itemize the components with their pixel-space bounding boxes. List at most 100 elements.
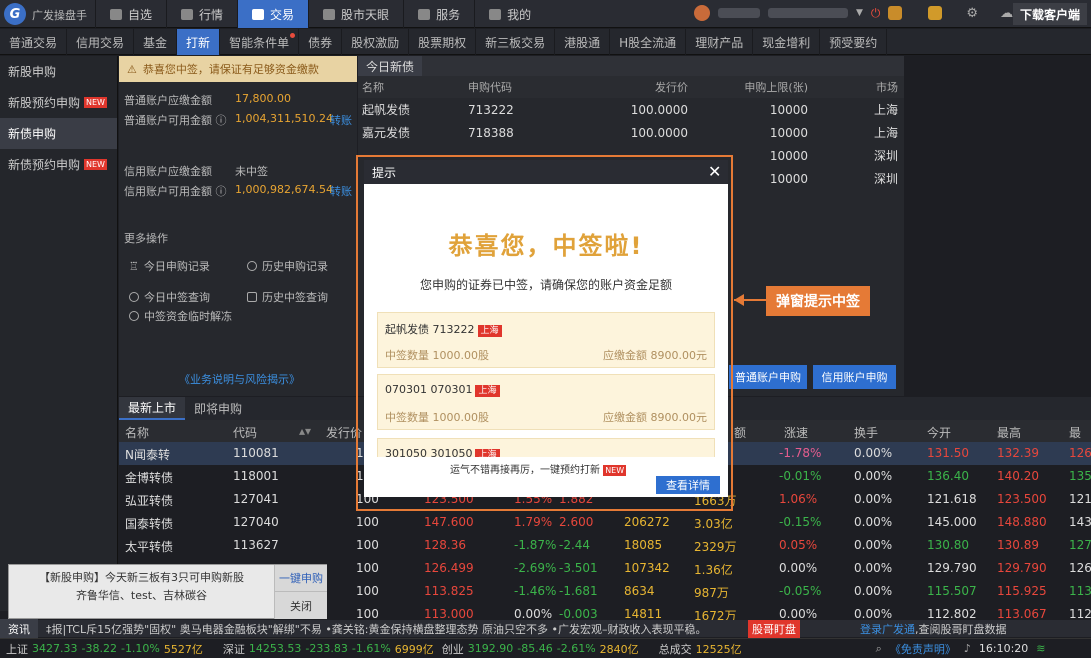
subnav-item[interactable]: 债券 [299, 29, 343, 55]
tab-latest-listed[interactable]: 最新上市 [119, 397, 186, 420]
cell-p4: 8634 [624, 584, 655, 598]
cell-turn: 0.00% [854, 584, 893, 598]
help-icon[interactable]: ⓘ [216, 185, 227, 198]
today-win-query[interactable]: 今日中签查询 [129, 289, 210, 305]
credit-avail-label: 信用账户可用金额 ⓘ [124, 185, 227, 198]
sound-icon[interactable]: ♪ [964, 642, 971, 655]
lock-icon[interactable] [888, 6, 903, 20]
business-disclaimer-link[interactable]: 《业务说明与风险揭示》 [179, 371, 300, 387]
view-details-button[interactable]: 查看详情 [656, 476, 720, 494]
cell-p1: 113.825 [424, 584, 474, 598]
subnav-item[interactable]: 普通交易 [0, 29, 68, 55]
power-icon[interactable]: ⏻ [871, 6, 881, 21]
cell-low: 113.6 [1069, 584, 1091, 598]
table-row[interactable]: 嘉元发债 718388 100.0000 10000 上海 [358, 121, 904, 144]
subnav-item[interactable]: 信用交易 [67, 29, 135, 55]
search-icon[interactable]: ⌕ [876, 642, 882, 656]
card-security: 070301 070301 [385, 383, 473, 396]
cell-low: 121.0 [1069, 492, 1091, 506]
avatar[interactable] [694, 5, 710, 21]
subnav-item-ipo[interactable]: 打新 [177, 29, 221, 55]
subnav-item[interactable]: 新三板交易 [476, 29, 556, 55]
cell-code: 127041 [233, 492, 279, 506]
subnav-item[interactable]: 股票期权 [409, 29, 477, 55]
notification-text: 【新股申购】今天新三板有3只可申购新股 齐鲁华信、test、吉林碳谷 [39, 571, 244, 602]
sort-icon[interactable]: ▴▾ [299, 424, 311, 438]
disclaimer-link[interactable]: 《免责声明》 [890, 641, 956, 657]
topnav-eye[interactable]: 股市天眼 [308, 0, 403, 28]
topnav-watchlist[interactable]: 自选 [95, 0, 166, 28]
warning-icon: ⚠ [127, 62, 137, 76]
sidebar-item-new-stock-reserve[interactable]: 新股预约申购 NEW [0, 87, 117, 118]
trade-subnav: 普通交易 信用交易 基金 打新 智能条件单 债券 股权激励 股票期权 新三板交易… [0, 29, 1091, 55]
card-quantity: 中签数量 1000.00股 [385, 411, 489, 424]
cell-code: 118001 [233, 469, 279, 483]
cell-issue: 100 [356, 561, 379, 575]
cell-turn: 0.00% [854, 446, 893, 460]
tab-upcoming[interactable]: 即将申购 [185, 397, 251, 420]
search-icon [129, 292, 139, 302]
history-apply-record[interactable]: 历史申购记录 [247, 258, 328, 274]
subnav-item[interactable]: 基金 [134, 29, 178, 55]
sidebar-item-new-bond-reserve[interactable]: 新债预约申购 NEW [0, 149, 117, 180]
subnav-item[interactable]: H股全流通 [610, 29, 687, 55]
right-blank-area [905, 56, 1091, 396]
topnav-trade[interactable]: 交易 [237, 0, 309, 28]
news-label[interactable]: 资讯 [0, 618, 38, 639]
news-text[interactable]: ‡报|TCL斥15亿强势"固权" 奥马电器金融板块"解绑"不易 •龚关铭:黄金保… [46, 621, 746, 637]
chevron-down-icon[interactable]: ▼ [856, 8, 863, 18]
notification-close-button[interactable]: 关闭 [274, 592, 327, 619]
cell-amt: 1.36亿 [694, 563, 733, 577]
help-icon[interactable]: ⓘ [216, 114, 227, 127]
topnav-service[interactable]: 服务 [403, 0, 474, 28]
subnav-item[interactable]: 港股通 [555, 29, 611, 55]
history-win-query[interactable]: 历史中签查询 [247, 289, 328, 305]
cy-value: 3192.90 [467, 642, 514, 655]
cloud-icon[interactable]: ☁ [1000, 6, 1013, 21]
cell-amt: 3.03亿 [694, 517, 733, 531]
transfer-link[interactable]: 转账 [330, 112, 352, 128]
topnav-market[interactable]: 行情 [166, 0, 237, 28]
market-badge: 上海 [475, 385, 500, 397]
cell-low: 135. [1069, 469, 1091, 483]
transfer-link[interactable]: 转账 [330, 183, 352, 199]
download-client-button[interactable]: 下载客户端 [1013, 3, 1087, 25]
win-card: 070301 070301 上海 中签数量 1000.00股 应缴金额 8900.… [377, 374, 715, 430]
cell-p3: -0.003 [559, 607, 598, 621]
subnav-item[interactable]: 股权激励 [342, 29, 410, 55]
gear-icon[interactable]: ⚙ [966, 6, 978, 21]
congrats-heading: 恭喜您，中签啦! [448, 232, 644, 260]
cell-high: 132.39 [997, 446, 1039, 460]
one-click-apply-button[interactable]: 一键申购 [274, 565, 327, 592]
ipo-notification: 【新股申购】今天新三板有3只可申购新股 齐鲁华信、test、吉林碳谷 一键申购 关… [8, 564, 327, 619]
mail-icon[interactable] [928, 6, 943, 20]
subnav-item[interactable]: 预受要约 [820, 29, 888, 55]
sz-percent: -1.61% [351, 642, 391, 655]
subnav-item[interactable]: 理财产品 [686, 29, 754, 55]
table-row[interactable]: 起帆发债 713222 100.0000 10000 上海 [358, 98, 904, 121]
sidebar-item-new-stock[interactable]: 新股申购 [0, 56, 117, 87]
login-link[interactable]: 登录广发通 [860, 621, 915, 637]
clock-time: 16:10:20 [978, 642, 1029, 655]
cell-p2: 1.79% [514, 515, 553, 529]
subnav-item[interactable]: 现金增利 [753, 29, 821, 55]
today-apply-record[interactable]: ♖ 今日申购记录 [129, 258, 210, 274]
sidebar-item-new-bond[interactable]: 新债申购 [0, 118, 117, 149]
win-card: 301050 301050 上海 [377, 438, 715, 461]
subnav-item-smart-order[interactable]: 智能条件单 [220, 29, 300, 55]
table-row[interactable]: 国泰转债 127040 100 147.600 1.79% 2.600 206272 3.03… [119, 511, 1091, 534]
normal-account-apply-button[interactable]: 普通账户申购 [729, 365, 807, 389]
tab-today-bonds[interactable]: 今日新债 [358, 56, 423, 76]
table-row[interactable]: 太平转债 113627 100 128.36 -1.87% -2.44 18085 2329万… [119, 534, 1091, 557]
normal-avail-value: 1,004,311,510.24 [235, 112, 333, 125]
top-bar: G 广发操盘手 自选 行情 交易 股市天眼 服务 我的 ▼ ⏻ ⚙ ☁ 下载客户… [0, 0, 1091, 28]
normal-avail-label: 普通账户可用金额 ⓘ [124, 114, 227, 127]
close-icon[interactable]: ✕ [708, 162, 721, 181]
topnav-mine[interactable]: 我的 [474, 0, 545, 28]
cell-p2: -1.46% [514, 584, 557, 598]
temp-unfreeze[interactable]: 中签资金临时解冻 [129, 308, 232, 324]
sh-label: 上证 [6, 642, 28, 656]
stock-watch-badge[interactable]: 股哥盯盘 [748, 619, 800, 638]
credit-account-apply-button[interactable]: 信用账户申购 [813, 365, 896, 389]
ipo-sidebar: 新股申购 新股预约申购 NEW 新债申购 新债预约申购 NEW [0, 56, 118, 611]
